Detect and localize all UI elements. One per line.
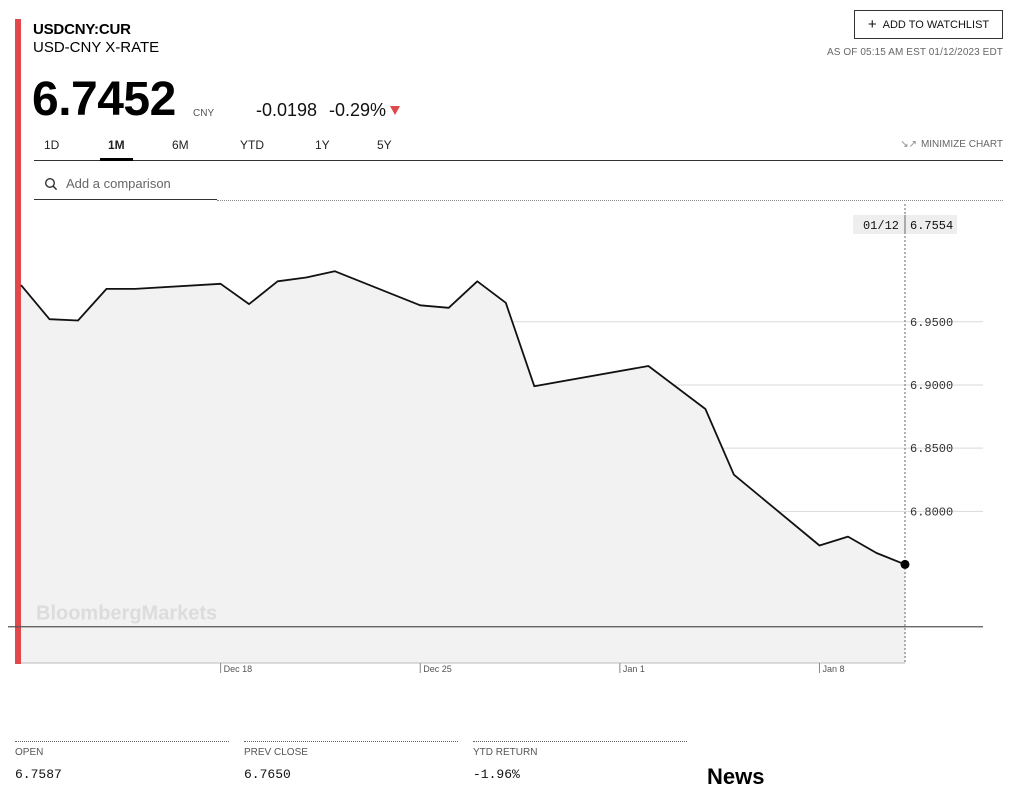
search-icon: [44, 177, 58, 190]
down-arrow-icon: [390, 106, 400, 115]
chart-lower-fill: [21, 626, 905, 663]
tab-5y[interactable]: 5Y: [377, 138, 392, 152]
comparison-input[interactable]: [66, 176, 216, 191]
tab-1m[interactable]: 1M: [100, 138, 133, 161]
add-to-watchlist-button[interactable]: + ADD TO WATCHLIST: [854, 10, 1003, 39]
price-change: -0.0198: [256, 100, 318, 120]
hover-label: 01/12 6.7554: [853, 215, 957, 234]
price-chart: BloombergMarkets 6.8000 6.8500 6.9000 6.950…: [8, 204, 983, 674]
currency-label: CNY: [193, 108, 215, 119]
minimize-chart-label: MINIMIZE CHART: [920, 139, 1003, 150]
y-tick-label: 6.8000: [910, 505, 953, 519]
x-tick-label: Dec 18: [224, 664, 253, 674]
watchlist-label: ADD TO WATCHLIST: [882, 18, 990, 31]
stat-value: -1.96%: [473, 767, 520, 782]
x-tick-label: Dec 25: [423, 664, 452, 674]
security-name: USD-CNY X-RATE: [33, 39, 160, 56]
tab-6m[interactable]: 6M: [172, 138, 189, 152]
watermark: BloombergMarkets: [36, 603, 217, 625]
as-of-timestamp: AS OF 05:15 AM EST 01/12/2023 EDT: [827, 47, 1003, 58]
tab-1d[interactable]: 1D: [44, 138, 59, 152]
plus-icon: +: [867, 16, 877, 33]
series-end-point: [900, 559, 910, 569]
y-tick-label: 6.8500: [910, 442, 953, 456]
stat-open: OPEN 6.7587: [15, 741, 229, 782]
range-tabs: 1D 1M 6M YTD 1Y 5Y ↘↗ MINIMIZE CHART: [34, 130, 1003, 161]
collapse-arrows-icon: ↘↗: [900, 139, 917, 150]
tab-ytd[interactable]: YTD: [240, 138, 264, 152]
stat-label: YTD RETURN: [473, 747, 538, 758]
news-heading: News: [707, 764, 765, 789]
x-tick-label: Jan 8: [822, 664, 844, 674]
stat-label: OPEN: [15, 747, 44, 758]
stat-prev-close: PREV CLOSE 6.7650: [244, 741, 458, 782]
stat-value: 6.7587: [15, 767, 62, 782]
stat-ytd-return: YTD RETURN -1.96%: [473, 741, 687, 782]
ticker-symbol: USDCNY:CUR: [33, 21, 131, 38]
hover-date: 01/12: [863, 219, 899, 233]
tab-1y[interactable]: 1Y: [315, 138, 330, 152]
x-axis-ticks: Dec 18 Dec 25 Jan 1 Jan 8: [21, 662, 905, 674]
y-tick-label: 6.9500: [910, 316, 953, 330]
y-axis-ticks: 6.8000 6.8500 6.9000 6.9500: [910, 316, 953, 520]
y-tick-label: 6.9000: [910, 379, 953, 393]
comparison-search: [34, 168, 217, 200]
x-tick-label: Jan 1: [623, 664, 645, 674]
price: 6.7452: [32, 73, 176, 126]
price-change-percent: -0.29%: [329, 100, 387, 120]
minimize-chart-button[interactable]: ↘↗ MINIMIZE CHART: [900, 139, 1003, 150]
stat-value: 6.7650: [244, 767, 291, 782]
stat-label: PREV CLOSE: [244, 747, 308, 758]
hover-value: 6.7554: [910, 219, 953, 233]
